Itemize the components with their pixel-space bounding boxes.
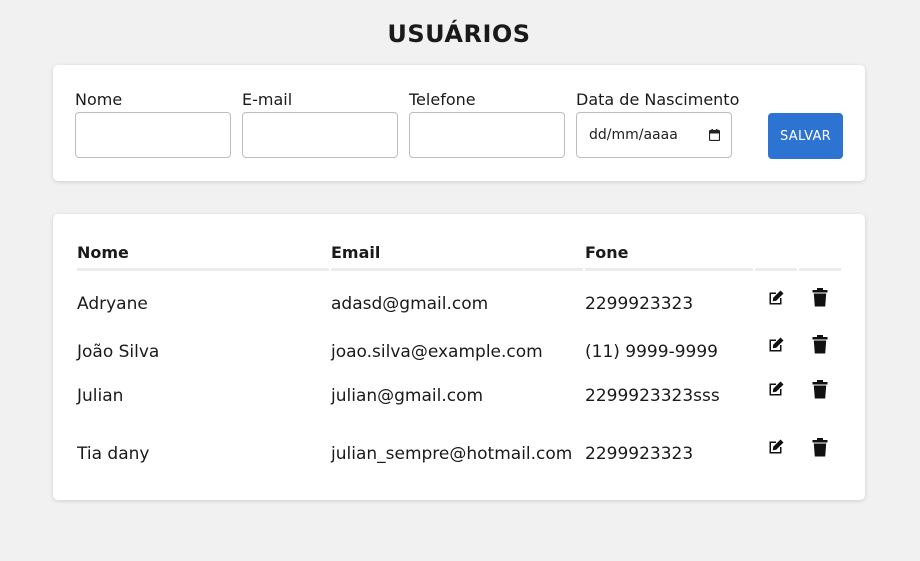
edit-cell (755, 418, 797, 490)
cell-name: Tia dany (77, 444, 150, 464)
column-header-phone: Fone (585, 236, 753, 271)
table-header-row: Nome Email Fone (77, 236, 841, 271)
cell-phone: 2299923323sss (585, 386, 720, 406)
phone-field: Telefone (409, 90, 565, 158)
cell-email: julian@gmail.com (331, 386, 484, 406)
trash-icon[interactable] (810, 379, 830, 400)
birthdate-placeholder: dd/mm/aaaa (589, 127, 678, 143)
trash-icon[interactable] (810, 335, 830, 355)
email-input[interactable] (242, 112, 398, 158)
name-field: Nome (75, 90, 231, 158)
email-field: E-mail (242, 90, 398, 158)
page-title: USUÁRIOS (387, 20, 531, 48)
phone-label: Telefone (409, 90, 476, 109)
users-table-card: Nome Email Fone Adryane adasd@gmail.com … (53, 214, 865, 500)
table-row: João Silva joao.silva@example.com (11) 9… (77, 329, 841, 374)
table-row: Tia dany julian_sempre@hotmail.com 22999… (77, 418, 841, 490)
edit-icon[interactable] (766, 289, 786, 309)
column-header-name: Nome (77, 236, 329, 271)
trash-icon[interactable] (810, 437, 830, 458)
table-row: Julian julian@gmail.com 2299923323sss (77, 374, 841, 418)
name-label: Nome (75, 90, 123, 109)
cell-email: adasd@gmail.com (331, 294, 489, 314)
delete-cell (799, 271, 841, 329)
cell-name: Adryane (77, 294, 148, 314)
cell-phone: (11) 9999-9999 (585, 341, 718, 362)
delete-cell (799, 374, 841, 418)
edit-cell (755, 271, 797, 329)
birthdate-input[interactable]: dd/mm/aaaa (576, 112, 732, 158)
edit-icon[interactable] (766, 336, 786, 356)
cell-name: Julian (77, 386, 124, 406)
calendar-icon[interactable] (708, 129, 721, 142)
edit-icon[interactable] (766, 380, 786, 400)
edit-cell (755, 374, 797, 418)
trash-icon[interactable] (810, 287, 830, 308)
cell-email: joao.silva@example.com (331, 341, 543, 362)
birthdate-field: Data de Nascimento dd/mm/aaaa (576, 90, 739, 158)
delete-cell (799, 418, 841, 490)
cell-phone: 2299923323 (585, 444, 694, 464)
column-header-delete (799, 236, 841, 271)
users-table: Nome Email Fone Adryane adasd@gmail.com … (75, 236, 843, 490)
phone-input[interactable] (409, 112, 565, 158)
user-form: Nome E-mail Telefone Data de Nascimento … (53, 65, 865, 181)
delete-cell (799, 329, 841, 374)
cell-name: João Silva (77, 341, 160, 362)
edit-icon[interactable] (766, 438, 786, 458)
column-header-edit (755, 236, 797, 271)
table-row: Adryane adasd@gmail.com 2299923323 (77, 271, 841, 329)
save-button[interactable]: SALVAR (768, 113, 843, 159)
email-label: E-mail (242, 90, 293, 109)
column-header-email: Email (331, 236, 583, 271)
birthdate-label: Data de Nascimento (576, 90, 740, 109)
name-input[interactable] (75, 112, 231, 158)
cell-phone: 2299923323 (585, 294, 694, 314)
cell-email: julian_sempre@hotmail.com (331, 444, 573, 464)
edit-cell (755, 329, 797, 374)
